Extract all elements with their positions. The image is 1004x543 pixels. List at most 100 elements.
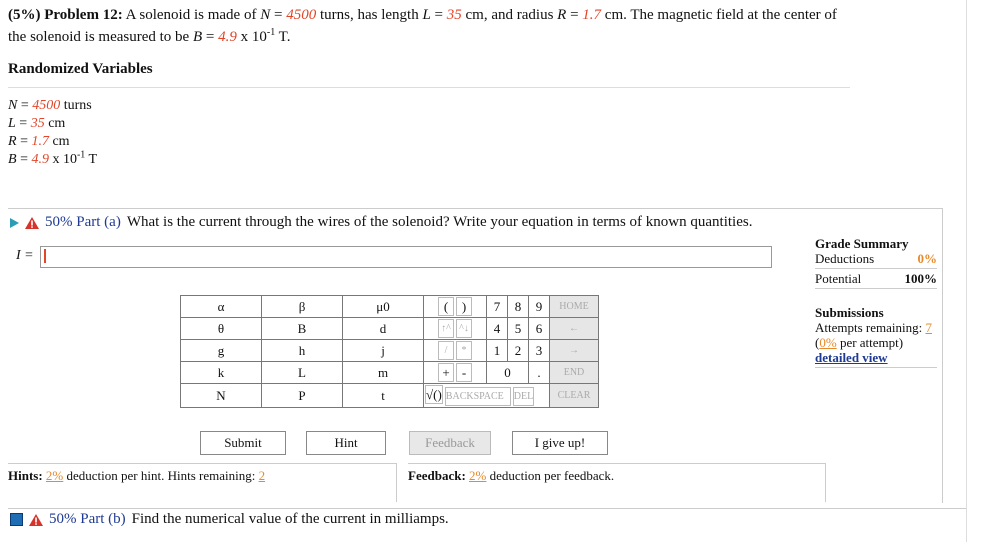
key-m[interactable]: m xyxy=(342,361,424,384)
part-a-pct: 50% xyxy=(45,214,73,230)
part-b-pct: 50% xyxy=(49,511,77,527)
randomized-variables-title: Randomized Variables xyxy=(8,61,153,77)
attempts-label: Attempts remaining: xyxy=(815,320,923,335)
per-attempt-pct[interactable]: 0% xyxy=(819,335,836,350)
problem-text: T. xyxy=(275,29,291,45)
key-clear[interactable]: CLEAR xyxy=(549,383,599,408)
problem-label: Problem 12: xyxy=(44,7,123,23)
problem-pct: (5%) xyxy=(8,7,41,23)
key-open-paren[interactable]: ( xyxy=(438,297,454,316)
problem-text: x 10 xyxy=(236,29,267,45)
rv-value: 4.9 xyxy=(31,152,49,167)
part-b-header[interactable]: 50% Part (b) Find the numerical value of… xyxy=(10,511,449,528)
pm-cell: + - xyxy=(423,361,487,384)
rv-unit: cm xyxy=(44,116,66,131)
key-6[interactable]: 6 xyxy=(528,317,550,340)
hints-pct[interactable]: 2% xyxy=(46,468,63,483)
key-mu0[interactable]: μ0 xyxy=(342,295,424,318)
detailed-view-link[interactable]: detailed view xyxy=(815,350,937,365)
key-plus[interactable]: + xyxy=(438,363,454,382)
bottom-cell: √() BACKSPACE DEL xyxy=(423,383,550,408)
key-alpha[interactable]: α xyxy=(180,295,262,318)
key-end[interactable]: END xyxy=(549,361,599,384)
key-j[interactable]: j xyxy=(342,339,424,362)
deductions-value: 0% xyxy=(917,251,938,266)
key-B[interactable]: B xyxy=(261,317,343,340)
hint-button[interactable]: Hint xyxy=(306,431,386,455)
submit-button[interactable]: Submit xyxy=(200,431,286,455)
key-1[interactable]: 1 xyxy=(486,339,508,362)
var-symbol: B xyxy=(192,29,203,45)
key-L[interactable]: L xyxy=(261,361,343,384)
answer-input[interactable] xyxy=(40,246,772,268)
key-0[interactable]: 0 xyxy=(486,361,529,384)
collapse-icon[interactable] xyxy=(10,513,23,526)
attempts-value[interactable]: 7 xyxy=(925,320,932,335)
rv-item: R = 1.7 cm xyxy=(8,134,70,149)
key-right-arrow[interactable]: → xyxy=(549,339,599,362)
potential-label: Potential xyxy=(815,271,862,286)
var-value: 4500 xyxy=(286,7,317,23)
key-minus[interactable]: - xyxy=(456,363,472,382)
var-value: 35 xyxy=(446,7,462,23)
key-7[interactable]: 7 xyxy=(486,295,508,318)
key-sqrt[interactable]: √() xyxy=(425,385,443,404)
hints-text: deduction per hint. Hints remaining: xyxy=(63,468,256,483)
grade-summary: Grade Summary Deductions 0% Potential 100%… xyxy=(815,236,937,370)
per-attempt-text: per attempt) xyxy=(836,335,904,350)
rv-item: L = 35 cm xyxy=(8,116,66,131)
var-value: 4.9 xyxy=(218,29,237,45)
rv-value: 1.7 xyxy=(31,134,49,149)
feedback-pct[interactable]: 2% xyxy=(469,468,486,483)
part-a-header: 50% Part (a) What is the current through… xyxy=(10,214,752,231)
key-N[interactable]: N xyxy=(180,383,262,408)
key-beta[interactable]: β xyxy=(261,295,343,318)
key-dot[interactable]: . xyxy=(528,361,550,384)
key-h[interactable]: h xyxy=(261,339,343,362)
problem-statement: (5%) Problem 12: A solenoid is made of N… xyxy=(8,7,837,45)
key-4[interactable]: 4 xyxy=(486,317,508,340)
right-border xyxy=(966,0,967,542)
hints-remaining[interactable]: 2 xyxy=(259,468,266,483)
key-left-arrow[interactable]: ← xyxy=(549,317,599,340)
key-del[interactable]: DEL xyxy=(512,387,535,406)
part-a-label: Part (a) xyxy=(76,214,121,230)
divider xyxy=(815,268,937,269)
part-b-label: Part (b) xyxy=(80,511,126,527)
warning-icon xyxy=(25,216,39,229)
paren-cell: () xyxy=(423,295,487,318)
deductions-label: Deductions xyxy=(815,251,875,266)
key-down-caret[interactable]: ^↓ xyxy=(456,319,472,338)
rv-value: 4500 xyxy=(32,98,61,113)
rv-symbol: R xyxy=(8,134,17,149)
part-b-question: Find the numerical value of the current … xyxy=(131,511,449,527)
key-8[interactable]: 8 xyxy=(507,295,529,318)
rv-unit: turns xyxy=(60,98,92,113)
key-9[interactable]: 9 xyxy=(528,295,550,318)
key-t[interactable]: t xyxy=(342,383,424,408)
problem-text: cm, and radius xyxy=(461,7,558,23)
key-slash[interactable]: / xyxy=(438,341,454,360)
key-home[interactable]: HOME xyxy=(549,295,599,318)
math-keypad: α β μ0 () 7 8 9 HOME θ B d ↑^ ^↓ 4 5 6 ← … xyxy=(180,295,599,408)
key-up-caret[interactable]: ↑^ xyxy=(438,319,454,338)
key-2[interactable]: 2 xyxy=(507,339,529,362)
key-d[interactable]: d xyxy=(342,317,424,340)
key-3[interactable]: 3 xyxy=(528,339,550,362)
key-theta[interactable]: θ xyxy=(180,317,262,340)
key-k[interactable]: k xyxy=(180,361,262,384)
rv-item: N = 4500 turns xyxy=(8,98,92,113)
grade-summary-title: Grade Summary xyxy=(815,236,909,251)
key-g[interactable]: g xyxy=(180,339,262,362)
key-5[interactable]: 5 xyxy=(507,317,529,340)
rv-unit: T xyxy=(85,152,98,167)
key-close-paren[interactable]: ) xyxy=(456,297,472,316)
key-star[interactable]: * xyxy=(456,341,472,360)
key-backspace[interactable]: BACKSPACE xyxy=(444,387,511,406)
key-P[interactable]: P xyxy=(261,383,343,408)
var-symbol: L xyxy=(422,7,431,23)
give-up-button[interactable]: I give up! xyxy=(512,431,608,455)
play-icon[interactable] xyxy=(10,217,19,228)
feedback-button[interactable]: Feedback xyxy=(409,431,491,455)
exponent: -1 xyxy=(266,27,276,38)
